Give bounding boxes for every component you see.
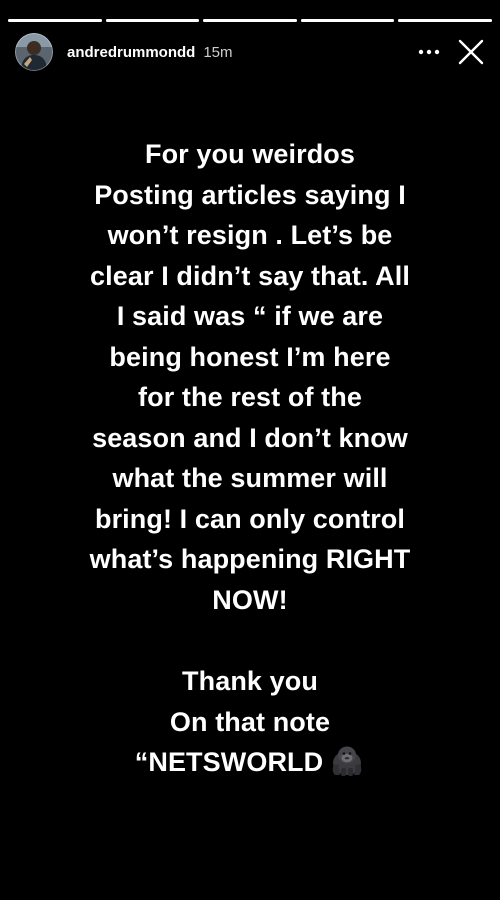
progress-segment-3: [203, 19, 297, 22]
text-line: For you weirdos: [144, 139, 356, 169]
progress-fill-5: [398, 19, 492, 22]
text-line: won’t resign . Let’s be: [107, 220, 393, 250]
gorilla-emoji-icon: [329, 744, 365, 788]
text-line: On that note: [169, 706, 331, 737]
progress-segment-5: [398, 19, 492, 22]
close-icon: [458, 39, 484, 65]
progress-fill-4: [300, 19, 395, 22]
timestamp: 15m: [203, 43, 233, 61]
text-line: Posting articles saying I: [94, 179, 406, 210]
text-line: NOW!: [212, 584, 288, 615]
progress-segment-2: [105, 19, 200, 22]
progress-fill-3: [203, 19, 297, 22]
text-line: clear I didn’t say that. All: [90, 260, 410, 291]
username[interactable]: andredrummondd: [67, 44, 195, 61]
close-button[interactable]: [454, 35, 488, 69]
story-progress-bar: [8, 19, 492, 22]
story-text-block: For you weirdos Posting articles saying …: [30, 134, 470, 783]
text-line: being honest I’m here: [109, 341, 391, 372]
progress-fill-1: [8, 19, 102, 22]
more-horizontal-icon: [418, 49, 440, 55]
text-line: what the summer will: [112, 463, 388, 493]
progress-segment-1: [8, 19, 102, 22]
text-line: for the rest of the: [138, 382, 362, 412]
text-line: bring! I can only control: [94, 503, 405, 534]
text-line-final: “NETSWORLD: [30, 742, 470, 783]
avatar-image: [15, 33, 53, 71]
text-line: I said was “ if we are: [116, 301, 384, 331]
text-line-final-text: “NETSWORLD: [134, 747, 324, 777]
text-line: Thank you: [182, 666, 318, 696]
story-header: andredrummondd 15m: [15, 32, 488, 72]
profile-avatar[interactable]: [15, 33, 53, 71]
progress-fill-2: [105, 19, 200, 22]
text-line: what’s happening RIGHT: [89, 544, 411, 574]
text-line: season and I don’t know: [92, 422, 408, 453]
more-options-button[interactable]: [414, 37, 444, 67]
progress-segment-4: [300, 19, 395, 22]
